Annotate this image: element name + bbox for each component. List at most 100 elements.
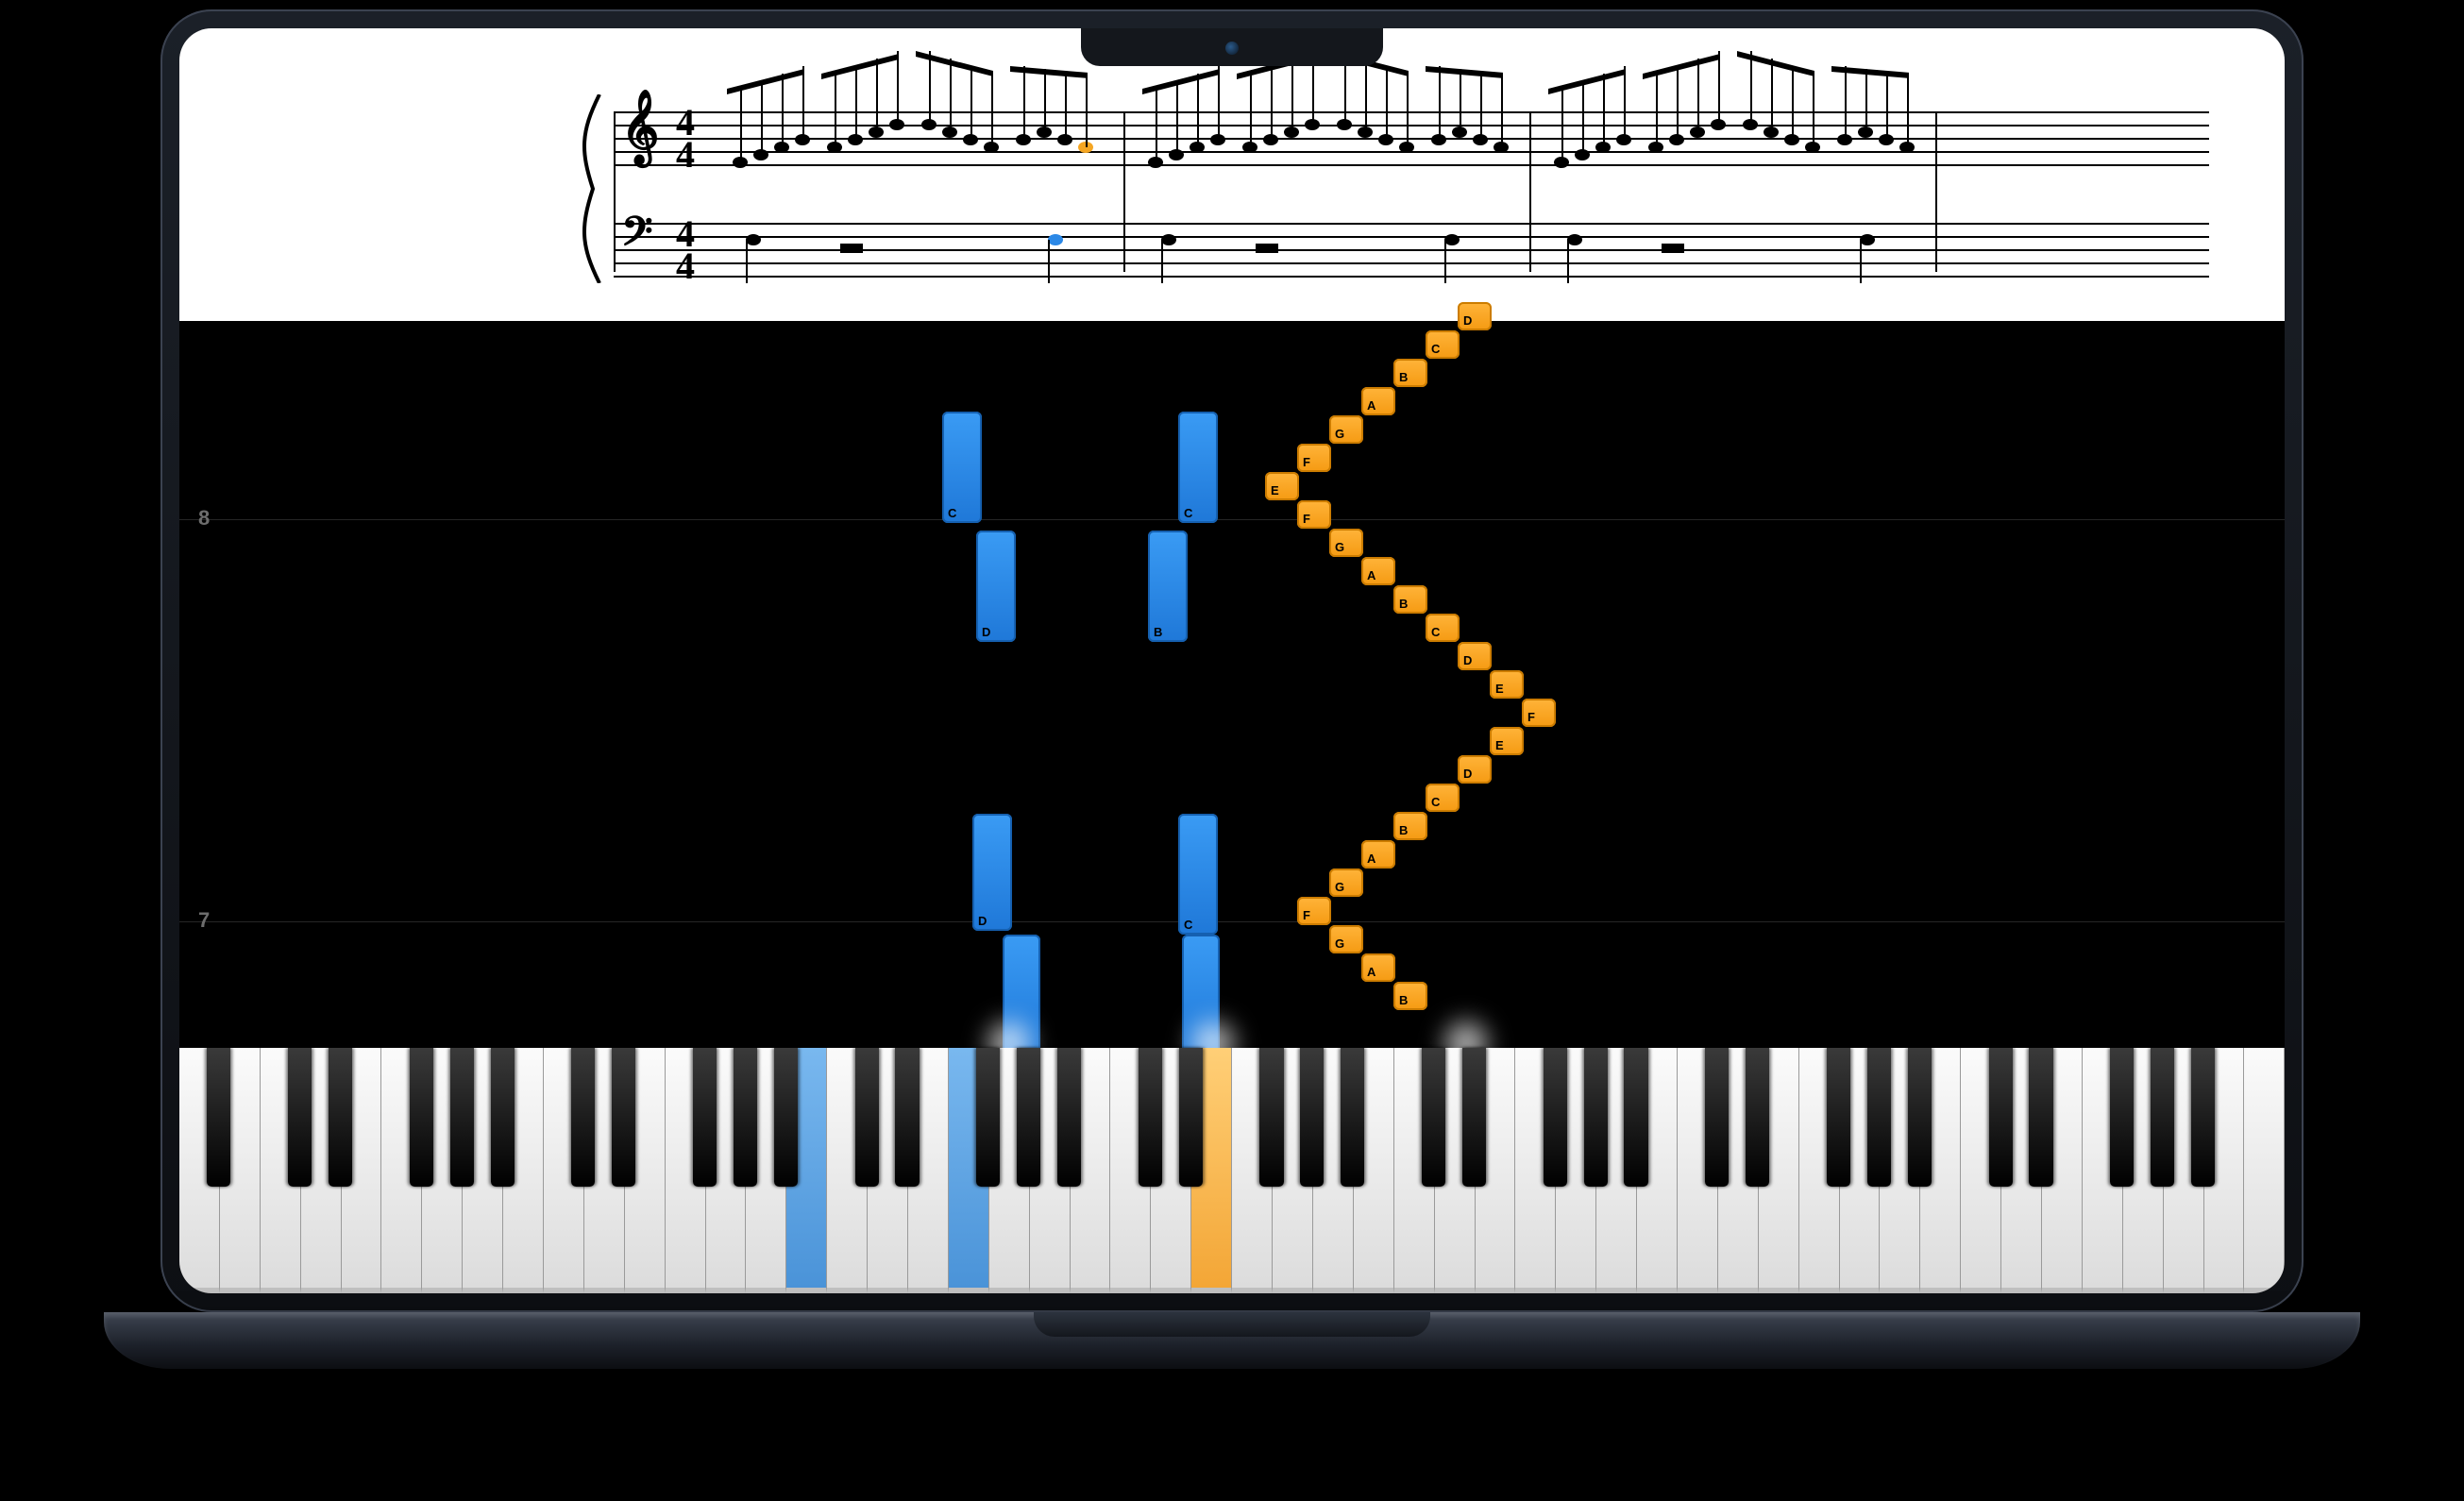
piano-black-key[interactable] [693, 1048, 717, 1187]
bass-note-head [746, 234, 761, 245]
note-stem [740, 89, 742, 162]
piano-black-key[interactable] [612, 1048, 635, 1187]
piano-white-key[interactable] [827, 1048, 868, 1293]
sheet-music-panel[interactable]: 𝄞 𝄢 4 4 4 4 [179, 28, 2285, 321]
falling-note-right: D [1458, 755, 1492, 784]
falling-note-right: G [1329, 869, 1363, 897]
piano-black-key[interactable] [1179, 1048, 1203, 1187]
note-stem [1813, 74, 1814, 147]
bass-note-head [1048, 234, 1063, 245]
piano-white-key[interactable] [1678, 1048, 1718, 1293]
piano-black-key[interactable] [1341, 1048, 1364, 1187]
falling-note-right: B [1393, 359, 1427, 387]
piano-roll[interactable]: 8 7 CDCBDCDCBAGFEFGABCDEFEDCBAGFGAB [179, 321, 2285, 1048]
note-stem [1582, 81, 1584, 155]
piano-white-key[interactable] [261, 1048, 301, 1293]
note-beam [727, 69, 804, 94]
note-stem [835, 74, 836, 147]
camera-icon [1225, 42, 1239, 55]
falling-note-right: C [1426, 784, 1460, 812]
measure-gridline [179, 921, 2285, 922]
note-stem [970, 66, 972, 140]
piano-black-key[interactable] [571, 1048, 595, 1187]
piano-black-key[interactable] [1462, 1048, 1486, 1187]
piano-black-key[interactable] [2151, 1048, 2174, 1187]
piano-black-key[interactable] [2029, 1048, 2052, 1187]
piano-white-key[interactable] [544, 1048, 584, 1293]
note-stem [1886, 71, 1888, 140]
piano-white-key[interactable] [1961, 1048, 2001, 1293]
bass-note-head [1161, 234, 1176, 245]
note-stem [1792, 66, 1794, 140]
note-stem [855, 66, 857, 140]
piano-white-key[interactable] [1515, 1048, 1556, 1293]
piano-white-key[interactable] [2244, 1048, 2285, 1293]
piano-black-key[interactable] [1017, 1048, 1040, 1187]
piano-black-key[interactable] [1139, 1048, 1162, 1187]
falling-note-right: A [1361, 557, 1395, 585]
barline [614, 111, 616, 272]
piano-black-key[interactable] [1422, 1048, 1445, 1187]
piano-black-key[interactable] [1057, 1048, 1081, 1187]
piano-white-key[interactable] [949, 1048, 989, 1293]
bass-note-head [1567, 234, 1582, 245]
falling-note-right: F [1297, 500, 1331, 529]
piano-white-key[interactable] [2083, 1048, 2123, 1293]
barline [1529, 111, 1531, 272]
note-stem [1386, 66, 1388, 140]
note-stem [991, 74, 993, 147]
laptop-frame: 𝄞 𝄢 4 4 4 4 8 7 [160, 9, 2304, 1312]
laptop-lip [1034, 1312, 1430, 1337]
piano-black-key[interactable] [1259, 1048, 1283, 1187]
piano-black-key[interactable] [1867, 1048, 1891, 1187]
piano-black-key[interactable] [1989, 1048, 2013, 1187]
piano-black-key[interactable] [1908, 1048, 1932, 1187]
piano-black-key[interactable] [207, 1048, 230, 1187]
piano-keyboard[interactable] [179, 1048, 2285, 1293]
falling-note-right: B [1393, 812, 1427, 840]
piano-white-key[interactable] [1799, 1048, 1840, 1293]
piano-black-key[interactable] [1300, 1048, 1324, 1187]
piano-white-key[interactable] [1110, 1048, 1151, 1293]
falling-note-right: E [1490, 727, 1524, 755]
falling-note-left: C [1178, 412, 1218, 523]
piano-black-key[interactable] [895, 1048, 919, 1187]
piano-black-key[interactable] [774, 1048, 798, 1187]
piano-white-key[interactable] [179, 1048, 220, 1293]
note-beam [916, 51, 993, 76]
piano-black-key[interactable] [491, 1048, 515, 1187]
piano-black-key[interactable] [288, 1048, 312, 1187]
piano-black-key[interactable] [976, 1048, 1000, 1187]
falling-note-right: E [1490, 670, 1524, 699]
piano-white-key[interactable] [1232, 1048, 1273, 1293]
time-sig-bottom-bass: 4 [676, 247, 695, 285]
piano-black-key[interactable] [2191, 1048, 2215, 1187]
piano-black-key[interactable] [1584, 1048, 1608, 1187]
piano-black-key[interactable] [734, 1048, 757, 1187]
piano-black-key[interactable] [1827, 1048, 1850, 1187]
note-stem [1860, 240, 1862, 283]
falling-note-left: B [1148, 531, 1188, 642]
piano-black-key[interactable] [855, 1048, 879, 1187]
falling-note-right: A [1361, 840, 1395, 869]
piano-black-key[interactable] [1544, 1048, 1567, 1187]
piano-white-key[interactable] [381, 1048, 422, 1293]
stage: 𝄞 𝄢 4 4 4 4 8 7 [0, 0, 2464, 1501]
screen: 𝄞 𝄢 4 4 4 4 8 7 [179, 28, 2285, 1293]
falling-note-right: B [1393, 982, 1427, 1010]
falling-note-right: D [1458, 302, 1492, 330]
piano-black-key[interactable] [450, 1048, 474, 1187]
piano-white-key[interactable] [1394, 1048, 1435, 1293]
piano-black-key[interactable] [329, 1048, 352, 1187]
measure-number: 7 [198, 910, 210, 931]
piano-black-key[interactable] [1624, 1048, 1647, 1187]
piano-black-key[interactable] [410, 1048, 433, 1187]
note-stem [1907, 74, 1909, 147]
piano-black-key[interactable] [1705, 1048, 1729, 1187]
note-beam [1831, 66, 1909, 78]
piano-white-key[interactable] [666, 1048, 706, 1293]
note-stem [1048, 240, 1050, 283]
piano-black-key[interactable] [2110, 1048, 2134, 1187]
piano-black-key[interactable] [1746, 1048, 1769, 1187]
bass-note-head [1860, 234, 1875, 245]
